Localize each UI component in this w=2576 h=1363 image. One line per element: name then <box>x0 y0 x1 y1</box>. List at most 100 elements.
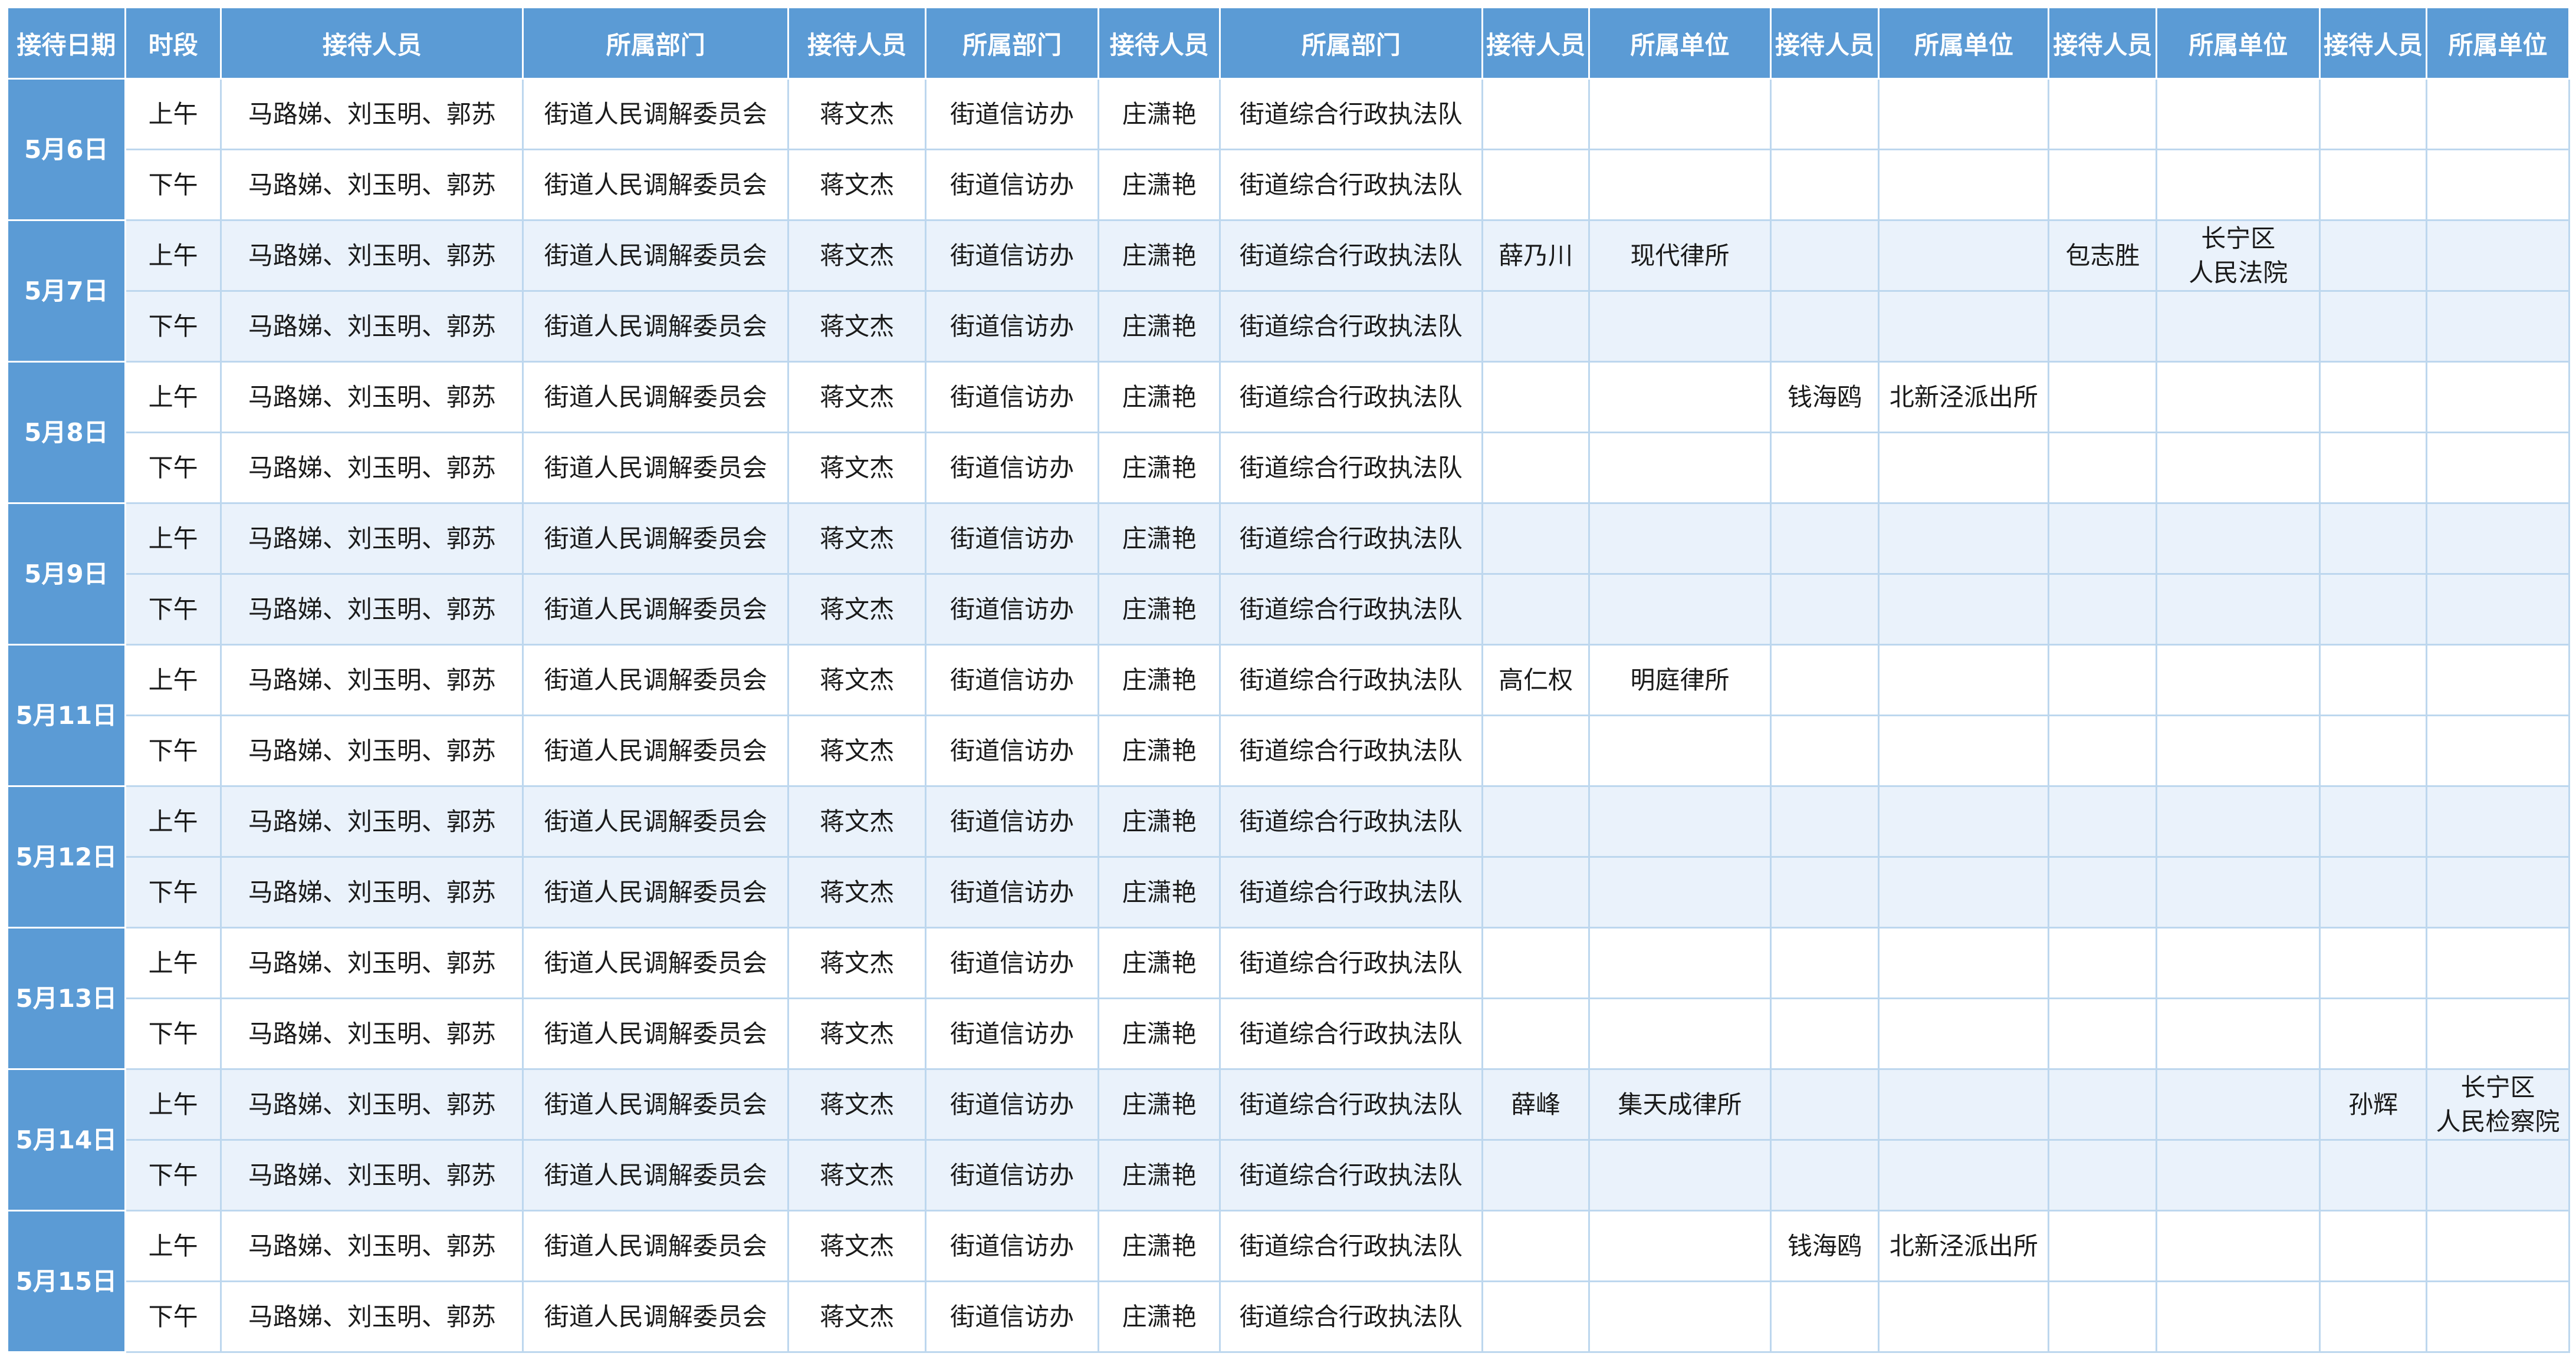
staff-cell-6 <box>2048 573 2158 646</box>
department-cell-1: 街道人民调解委员会 <box>522 927 790 999</box>
period-cell: 下午 <box>124 290 222 363</box>
unit-cell-4 <box>1588 856 1772 929</box>
unit-cell-4 <box>1588 927 1772 999</box>
staff-cell-1: 马路娣、刘玉明、郭苏 <box>220 290 524 363</box>
unit-cell-7 <box>2425 361 2571 433</box>
staff-cell-7 <box>2319 997 2427 1070</box>
staff-cell-3: 庄潇艳 <box>1098 856 1221 929</box>
unit-cell-4 <box>1588 361 1772 433</box>
staff-cell-1: 马路娣、刘玉明、郭苏 <box>220 1210 524 1282</box>
date-cell: 5月7日 <box>6 219 126 363</box>
staff-cell-1: 马路娣、刘玉明、郭苏 <box>220 785 524 858</box>
department-cell-2: 街道信访办 <box>925 1068 1100 1141</box>
staff-cell-2: 蒋文杰 <box>787 785 927 858</box>
cell-text-line: 人民法院 <box>2189 258 2288 287</box>
unit-cell-6 <box>2156 432 2321 504</box>
unit-cell-4: 集天成律所 <box>1588 1068 1772 1141</box>
department-cell-3: 街道综合行政执法队 <box>1219 290 1483 363</box>
header-unit-5: 所属单位 <box>1878 6 2050 80</box>
date-cell: 5月9日 <box>6 502 126 646</box>
staff-cell-6 <box>2048 927 2158 999</box>
staff-cell-4 <box>1481 1210 1591 1282</box>
date-cell: 5月12日 <box>6 785 126 929</box>
unit-cell-7 <box>2425 149 2571 221</box>
staff-cell-3: 庄潇艳 <box>1098 78 1221 150</box>
department-cell-2: 街道信访办 <box>925 997 1100 1070</box>
staff-cell-1: 马路娣、刘玉明、郭苏 <box>220 927 524 999</box>
staff-cell-5 <box>1769 927 1880 999</box>
table-row: 5月6日 上午 马路娣、刘玉明、郭苏 街道人民调解委员会 蒋文杰 街道信访办 庄潇艳 街道综合… <box>6 78 2571 221</box>
staff-cell-6 <box>2048 78 2158 150</box>
department-cell-3: 街道综合行政执法队 <box>1219 1210 1483 1282</box>
staff-cell-2: 蒋文杰 <box>787 715 927 787</box>
table-header: 接待日期 时段 接待人员 所属部门 接待人员 所属部门 接待人员 所属部门 接待… <box>6 6 2571 80</box>
department-cell-1: 街道人民调解委员会 <box>522 997 790 1070</box>
table-row: 下午 马路娣、刘玉明、郭苏 街道人民调解委员会 蒋文杰 街道信访办 庄潇艳 街道综合行政执法… <box>8 573 2571 646</box>
staff-cell-2: 蒋文杰 <box>787 149 927 221</box>
staff-cell-5 <box>1769 219 1880 292</box>
period-cell: 上午 <box>124 361 222 433</box>
department-cell-1: 街道人民调解委员会 <box>522 785 790 858</box>
staff-cell-2: 蒋文杰 <box>787 361 927 433</box>
table-row: 5月15日 上午 马路娣、刘玉明、郭苏 街道人民调解委员会 蒋文杰 街道信访办 庄潇艳 街道综… <box>6 1210 2571 1353</box>
period-cell: 下午 <box>124 715 222 787</box>
unit-cell-6 <box>2156 644 2321 716</box>
period-cell: 上午 <box>124 78 222 150</box>
unit-cell-5 <box>1878 715 2050 787</box>
staff-cell-3: 庄潇艳 <box>1098 1068 1221 1141</box>
staff-cell-2: 蒋文杰 <box>787 927 927 999</box>
date-cell: 5月11日 <box>6 644 126 787</box>
staff-cell-5 <box>1769 149 1880 221</box>
staff-cell-6 <box>2048 1210 2158 1282</box>
period-cell: 下午 <box>124 573 222 646</box>
unit-cell-7 <box>2425 219 2571 292</box>
unit-cell-6 <box>2156 290 2321 363</box>
department-cell-1: 街道人民调解委员会 <box>522 1210 790 1282</box>
staff-cell-6 <box>2048 856 2158 929</box>
period-cell: 下午 <box>124 856 222 929</box>
staff-cell-3: 庄潇艳 <box>1098 927 1221 999</box>
department-cell-3: 街道综合行政执法队 <box>1219 78 1483 150</box>
staff-cell-6 <box>2048 290 2158 363</box>
header-department-3: 所属部门 <box>1219 6 1483 80</box>
department-cell-1: 街道人民调解委员会 <box>522 644 790 716</box>
date-cell: 5月8日 <box>6 361 126 504</box>
unit-cell-5 <box>1878 1139 2050 1211</box>
table-row: 下午 马路娣、刘玉明、郭苏 街道人民调解委员会 蒋文杰 街道信访办 庄潇艳 街道综合行政执法… <box>8 856 2571 929</box>
period-cell: 上午 <box>124 1210 222 1282</box>
staff-cell-5 <box>1769 997 1880 1070</box>
staff-cell-7 <box>2319 1280 2427 1353</box>
period-cell: 下午 <box>124 149 222 221</box>
unit-cell-7 <box>2425 78 2571 150</box>
unit-cell-4 <box>1588 1210 1772 1282</box>
department-cell-2: 街道信访办 <box>925 573 1100 646</box>
staff-cell-7 <box>2319 927 2427 999</box>
table-row: 下午 马路娣、刘玉明、郭苏 街道人民调解委员会 蒋文杰 街道信访办 庄潇艳 街道综合行政执法… <box>8 290 2571 363</box>
staff-cell-5 <box>1769 1280 1880 1353</box>
staff-cell-3: 庄潇艳 <box>1098 219 1221 292</box>
date-cell: 5月13日 <box>6 927 126 1070</box>
staff-cell-1: 马路娣、刘玉明、郭苏 <box>220 573 524 646</box>
department-cell-3: 街道综合行政执法队 <box>1219 219 1483 292</box>
table-row: 5月9日 上午 马路娣、刘玉明、郭苏 街道人民调解委员会 蒋文杰 街道信访办 庄潇艳 街道综合… <box>6 502 2571 646</box>
staff-cell-4: 薛峰 <box>1481 1068 1591 1141</box>
staff-cell-7 <box>2319 361 2427 433</box>
unit-cell-4 <box>1588 715 1772 787</box>
unit-cell-5 <box>1878 502 2050 575</box>
department-cell-1: 街道人民调解委员会 <box>522 219 790 292</box>
unit-cell-5 <box>1878 290 2050 363</box>
staff-cell-7 <box>2319 290 2427 363</box>
department-cell-1: 街道人民调解委员会 <box>522 573 790 646</box>
staff-cell-3: 庄潇艳 <box>1098 1139 1221 1211</box>
table-row: 下午 马路娣、刘玉明、郭苏 街道人民调解委员会 蒋文杰 街道信访办 庄潇艳 街道综合行政执法… <box>8 715 2571 787</box>
staff-cell-4 <box>1481 573 1591 646</box>
staff-cell-6 <box>2048 361 2158 433</box>
staff-cell-5 <box>1769 432 1880 504</box>
date-cell: 5月6日 <box>6 78 126 221</box>
staff-cell-3: 庄潇艳 <box>1098 785 1221 858</box>
unit-cell-7 <box>2425 1280 2571 1353</box>
department-cell-3: 街道综合行政执法队 <box>1219 432 1483 504</box>
staff-cell-1: 马路娣、刘玉明、郭苏 <box>220 432 524 504</box>
unit-cell-6 <box>2156 715 2321 787</box>
department-cell-3: 街道综合行政执法队 <box>1219 715 1483 787</box>
